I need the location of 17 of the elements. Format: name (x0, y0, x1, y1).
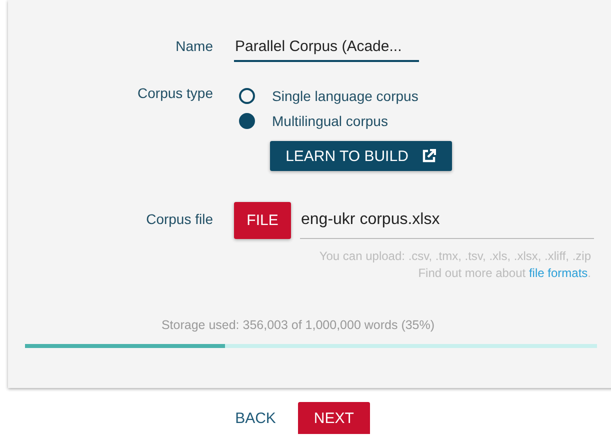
radio-button[interactable] (239, 112, 255, 128)
corpus-type-label: Corpus type (136, 84, 213, 101)
formats-hint: Find out more about file formats. (418, 266, 591, 280)
corpus-file-label: Corpus file (145, 210, 213, 227)
storage-text: Storage used: 356,003 of 1,000,000 words (35%) (161, 318, 435, 332)
upload-hint: You can upload: .csv, .tmx, .tsv, .xls, .xlsx, .xliff, .zip (319, 249, 591, 263)
learn-to-build-button[interactable]: LEARN TO BUILD (270, 141, 452, 171)
radio-button[interactable] (239, 88, 255, 104)
back-button[interactable]: BACK (233, 402, 278, 435)
radio-label[interactable]: Multilingual corpus (272, 112, 388, 128)
file-name-field[interactable]: eng-ukr corpus.xlsx (300, 202, 594, 239)
radio-label[interactable]: Single language corpus (272, 88, 418, 104)
name-field[interactable]: Parallel Corpus (Acade... (234, 36, 419, 62)
next-button[interactable]: NEXT (298, 402, 370, 434)
name-label: Name (174, 37, 213, 54)
file-button[interactable]: FILE (234, 202, 291, 239)
external-link-icon (422, 149, 436, 163)
